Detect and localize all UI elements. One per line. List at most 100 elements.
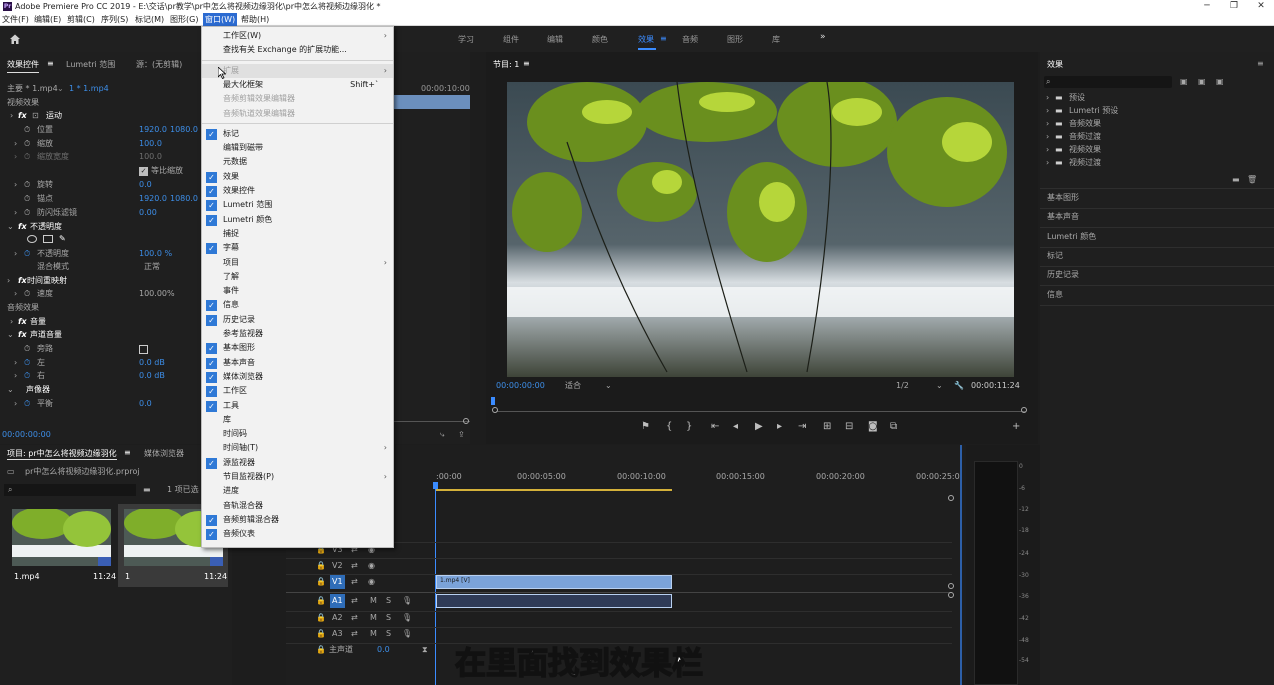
expand-chevron-icon[interactable]: ⌄: [7, 384, 14, 396]
go-to-out-icon[interactable]: ⇥: [798, 421, 806, 432]
effects-folder-presets[interactable]: 预设: [1069, 92, 1085, 104]
track-label-a3[interactable]: A3: [332, 628, 343, 640]
tab-lumetri-scopes[interactable]: Lumetri 范围: [66, 59, 115, 70]
lock-icon[interactable]: 🔒: [316, 560, 326, 572]
trash-icon[interactable]: 🗑: [1247, 174, 1257, 186]
dropdown-arrow-icon[interactable]: ⌄: [57, 83, 64, 95]
stopwatch-icon[interactable]: ⏱: [24, 207, 30, 219]
tab-media-browser[interactable]: 媒体浏览器: [144, 448, 184, 459]
effect-controls-timecode[interactable]: 00:00:00:00: [2, 429, 51, 441]
accelerated-effects-icon[interactable]: ▣: [1180, 76, 1188, 88]
effects-folder-video-effects[interactable]: 视频效果: [1069, 144, 1101, 156]
stopwatch-icon[interactable]: ⏱: [24, 138, 30, 150]
menu-file[interactable]: 文件(F): [2, 13, 29, 26]
step-back-icon[interactable]: ◂: [733, 421, 738, 432]
add-button-icon[interactable]: +: [1012, 421, 1020, 432]
maximize-button[interactable]: ❐: [1220, 0, 1248, 13]
effects-folder-video-transitions[interactable]: 视频过渡: [1069, 157, 1101, 169]
tab-source[interactable]: 源：(无剪辑): [136, 59, 182, 70]
menu-item[interactable]: 了解: [202, 270, 393, 284]
workspace-color[interactable]: 颜色: [592, 34, 608, 45]
audio-clip[interactable]: [436, 594, 672, 608]
workspace-learn[interactable]: 学习: [458, 34, 474, 45]
menu-item[interactable]: ✓ 音频剪辑混合器: [202, 513, 393, 527]
eye-icon[interactable]: ◉: [368, 576, 375, 588]
expand-chevron-icon[interactable]: ›: [14, 138, 17, 150]
menu-edit[interactable]: 编辑(E): [34, 13, 61, 26]
new-bin-icon[interactable]: ▬: [143, 484, 151, 496]
effects-folder-lumetri-presets[interactable]: Lumetri 预设: [1069, 105, 1118, 117]
anchor-x-value[interactable]: 1920.0: [139, 193, 167, 205]
expand-chevron-icon[interactable]: ›: [14, 370, 17, 382]
program-timecode[interactable]: 00:00:00:00: [496, 380, 545, 392]
add-marker-icon[interactable]: ⚑: [641, 421, 650, 432]
expand-chevron-icon[interactable]: ›: [14, 179, 17, 191]
panel-menu-icon[interactable]: ≡: [124, 448, 131, 457]
mark-out-icon[interactable]: }: [686, 421, 692, 432]
microphone-icon[interactable]: 🎙: [402, 612, 412, 624]
lock-icon[interactable]: 🔒: [316, 628, 326, 640]
lock-icon[interactable]: 🔒: [316, 595, 326, 607]
stopwatch-icon[interactable]: ⏱: [24, 370, 30, 382]
work-area-bar[interactable]: [436, 489, 672, 491]
menu-item[interactable]: ✓ 效果: [202, 170, 393, 184]
effects-panel-title[interactable]: 效果: [1047, 59, 1063, 70]
menu-item[interactable]: ✓ 历史记录: [202, 313, 393, 327]
v-scroll-handle[interactable]: [948, 495, 954, 501]
close-button[interactable]: ✕: [1247, 0, 1274, 13]
tab-menu-icon[interactable]: ≡: [47, 59, 54, 68]
export-icon[interactable]: ⇪: [458, 429, 465, 441]
expand-chevron-icon[interactable]: ›: [10, 110, 13, 122]
comparison-view-icon[interactable]: ⧉: [890, 421, 897, 432]
track-label-a1[interactable]: A1: [332, 595, 343, 607]
resolution-dropdown[interactable]: 1/2: [896, 380, 909, 392]
v-scroll-handle[interactable]: [948, 583, 954, 589]
position-y-value[interactable]: 1080.0: [170, 124, 198, 136]
tab-project[interactable]: 项目: pr中怎么将视频边缘羽化: [7, 448, 117, 460]
workspace-more-icon[interactable]: »: [820, 32, 826, 42]
menu-marker[interactable]: 标记(M): [135, 13, 164, 26]
track-label-v2[interactable]: V2: [332, 560, 343, 572]
expand-chevron-icon[interactable]: ›: [1046, 144, 1049, 156]
workspace-menu-icon[interactable]: ≡: [660, 34, 667, 43]
menu-item[interactable]: ✓ 基本声音: [202, 356, 393, 370]
menu-item[interactable]: ✓ 标记: [202, 127, 393, 141]
right-channel-value[interactable]: 0.0 dB: [139, 370, 165, 382]
panel-essential-graphics[interactable]: 基本图形: [1047, 192, 1079, 204]
menu-item[interactable]: 时间轴(T) ›: [202, 441, 393, 455]
panel-history[interactable]: 历史记录: [1047, 269, 1079, 281]
menu-item[interactable]: 音轨混合器: [202, 499, 393, 513]
sync-lock-icon[interactable]: ⇄: [351, 576, 358, 588]
solo-button[interactable]: S: [386, 628, 391, 640]
lock-icon[interactable]: 🔒: [316, 576, 326, 588]
video-clip[interactable]: [436, 575, 672, 589]
flicker-value[interactable]: 0.00: [139, 207, 157, 219]
sequence-item-name[interactable]: 1: [125, 571, 130, 583]
playhead[interactable]: [491, 397, 495, 405]
expand-chevron-icon[interactable]: ›: [14, 398, 17, 410]
fit-dropdown[interactable]: 适合: [565, 380, 581, 392]
zoom-handle[interactable]: [463, 418, 469, 424]
menu-item[interactable]: ✓ 音频仪表: [202, 527, 393, 541]
panel-menu-icon[interactable]: ≡: [1257, 59, 1264, 68]
sync-lock-icon[interactable]: ⇄: [351, 595, 358, 607]
extract-icon[interactable]: ⊟: [845, 421, 853, 432]
expand-chevron-icon[interactable]: ›: [1046, 92, 1049, 104]
mark-in-icon[interactable]: {: [666, 421, 672, 432]
menu-graphics[interactable]: 图形(G): [170, 13, 198, 26]
program-monitor-title[interactable]: 节目: 1: [493, 59, 519, 70]
expand-chevron-icon[interactable]: ›: [14, 288, 17, 300]
playhead-handle[interactable]: [433, 482, 438, 489]
bypass-checkbox[interactable]: [139, 345, 148, 354]
solo-button[interactable]: S: [386, 595, 391, 607]
play-icon[interactable]: ▶: [755, 421, 763, 432]
menu-window[interactable]: 窗口(W): [203, 13, 238, 26]
stopwatch-icon[interactable]: ⏱: [24, 179, 30, 191]
workspace-assembly[interactable]: 组件: [503, 34, 519, 45]
media-item-name[interactable]: 1.mp4: [14, 571, 40, 583]
camera-icon[interactable]: ◙: [868, 421, 878, 432]
menu-help[interactable]: 帮助(H): [241, 13, 269, 26]
yuv-effects-icon[interactable]: ▣: [1216, 76, 1224, 88]
media-thumbnail[interactable]: [12, 507, 111, 566]
menu-item[interactable]: 参考监视器: [202, 327, 393, 341]
